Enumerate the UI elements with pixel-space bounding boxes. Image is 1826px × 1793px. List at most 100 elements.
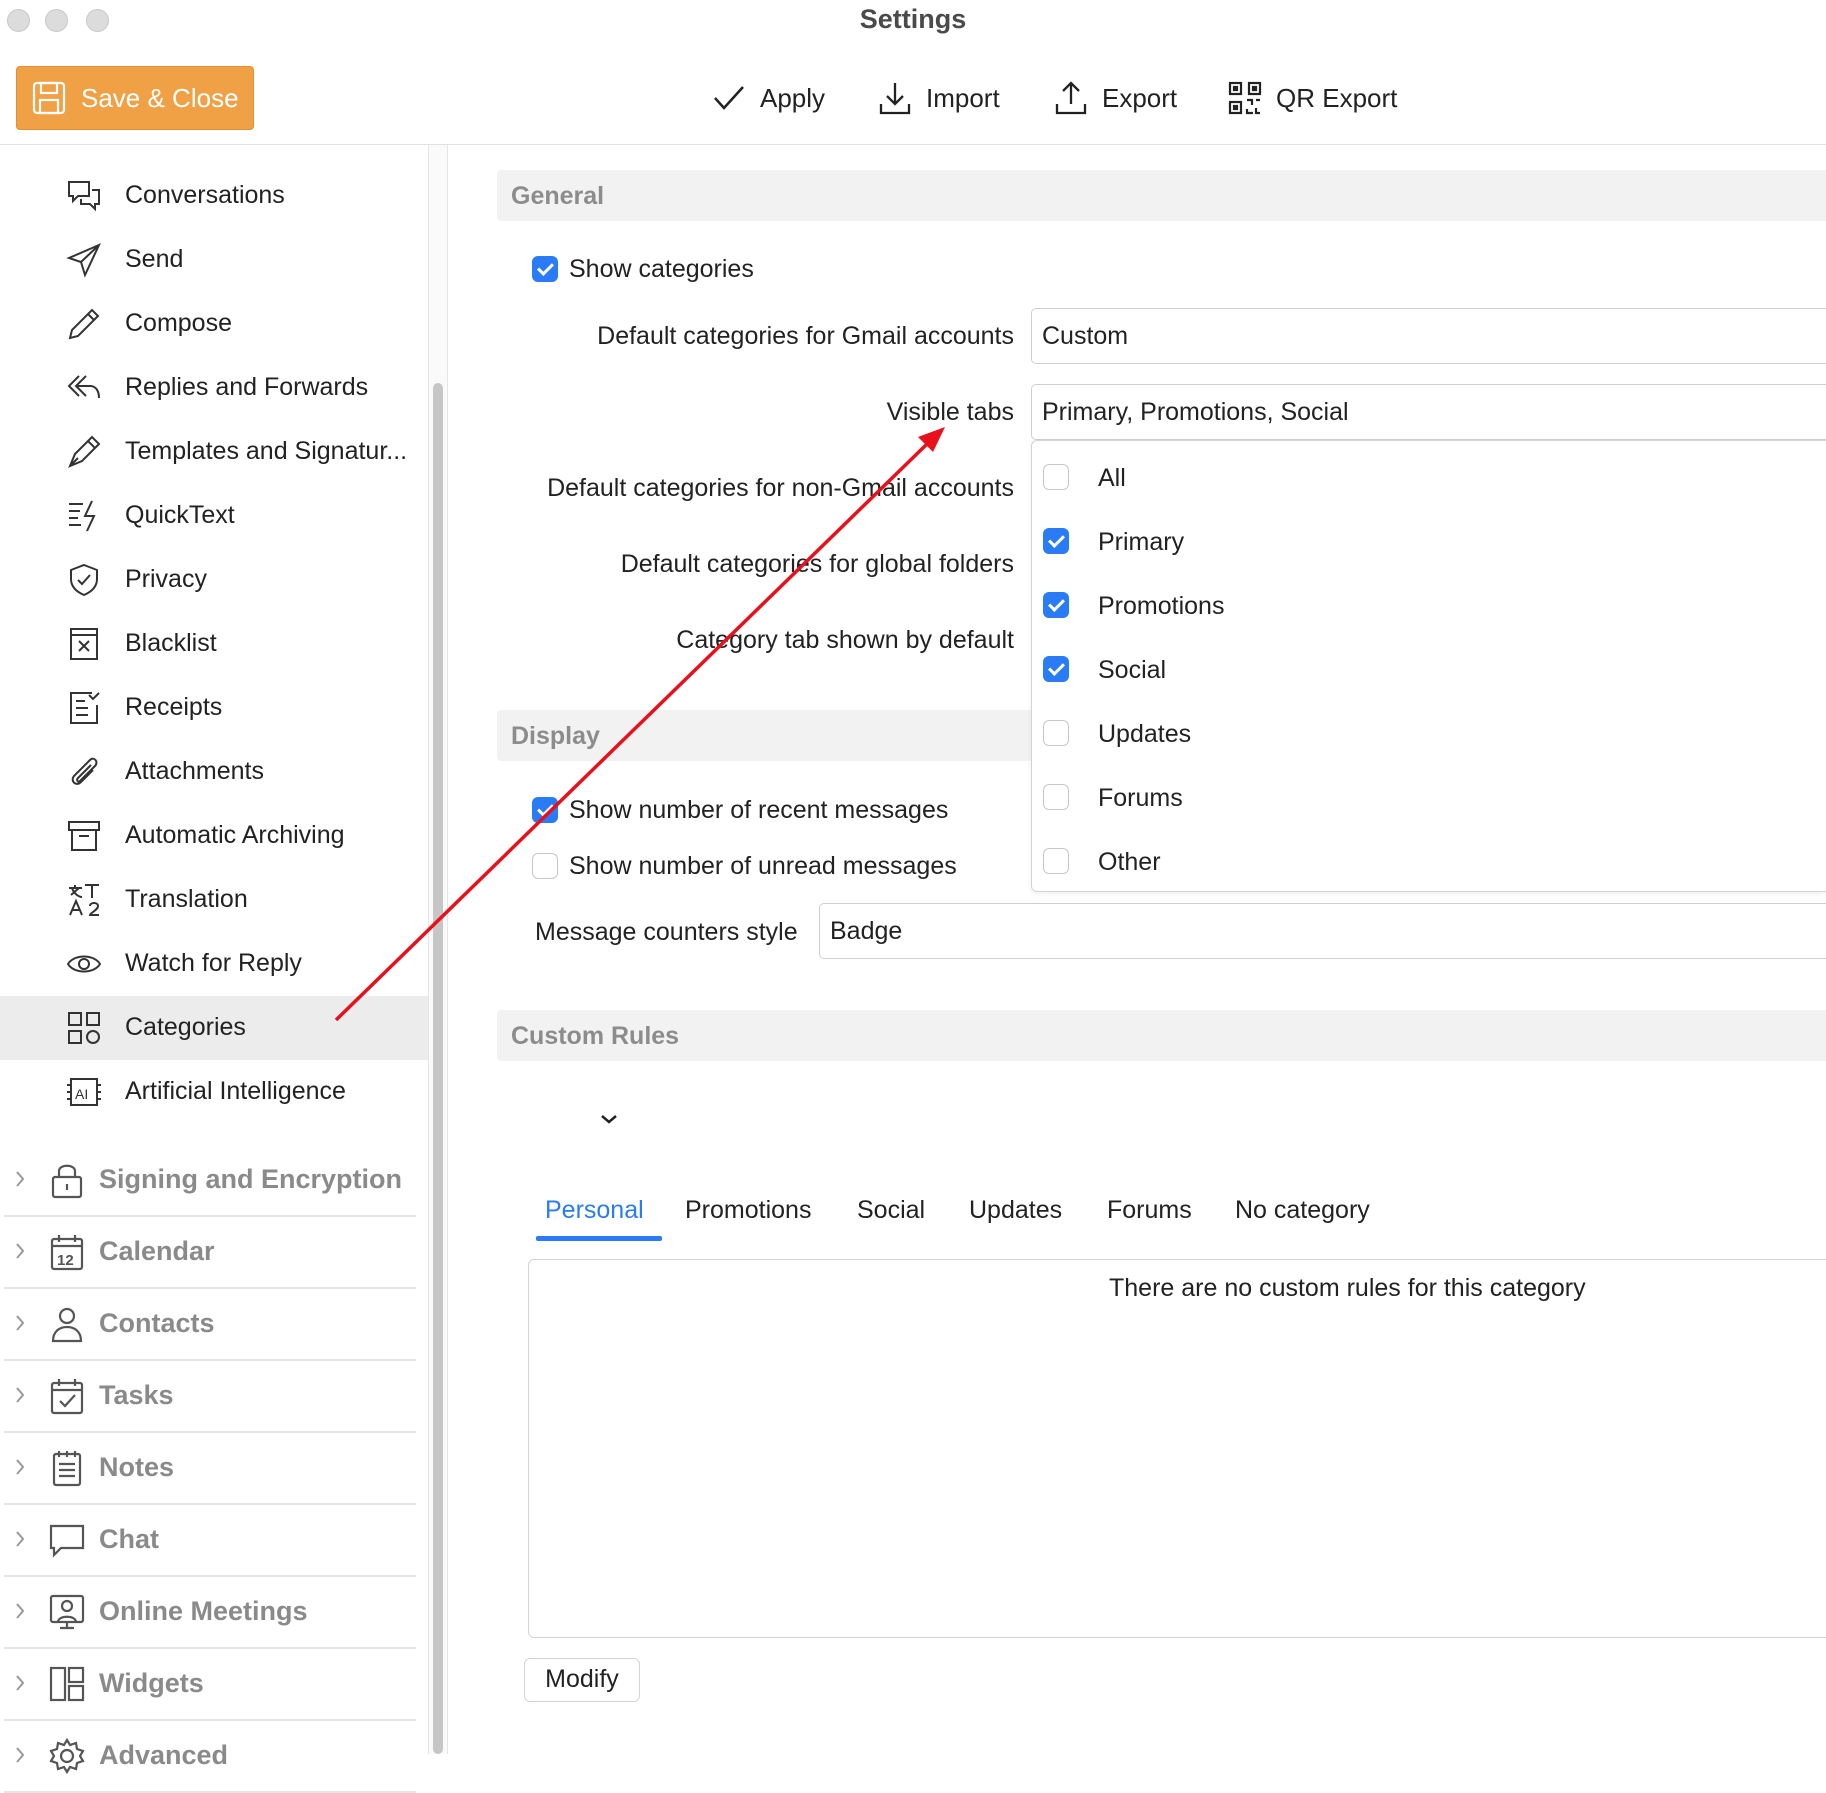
recent-messages-checkbox[interactable] xyxy=(532,797,558,823)
notes-icon xyxy=(48,1449,86,1487)
sidebar-item-label: Replies and Forwards xyxy=(125,373,369,401)
sidebar-group-advanced[interactable]: Advanced xyxy=(0,1721,418,1793)
recent-messages-label: Show number of recent messages xyxy=(569,796,949,824)
active-tab-underline xyxy=(536,1236,662,1241)
export-button[interactable]: Export xyxy=(1054,76,1177,120)
dropdown-option-label: Promotions xyxy=(1098,592,1225,620)
sidebar-group-calendar[interactable]: 12 Calendar xyxy=(0,1217,418,1289)
dropdown-option-checkbox[interactable] xyxy=(1043,848,1069,874)
export-icon xyxy=(1054,80,1102,116)
compose-icon xyxy=(66,306,102,342)
message-counters-select[interactable]: Badge xyxy=(819,903,1826,959)
sidebar-item-label: Conversations xyxy=(125,181,285,209)
sidebar-item-privacy[interactable]: Privacy xyxy=(0,548,428,612)
dropdown-option-label: Updates xyxy=(1098,720,1192,748)
export-label: Export xyxy=(1102,82,1178,113)
tab-no-category[interactable]: No category xyxy=(1235,1196,1370,1225)
dropdown-option-checkbox[interactable] xyxy=(1043,592,1069,618)
dropdown-option-label: Primary xyxy=(1098,528,1185,556)
apply-button[interactable]: Apply xyxy=(712,76,825,120)
sidebar-item-automatic-archiving[interactable]: Automatic Archiving xyxy=(0,804,428,868)
sidebar-item-attachments[interactable]: Attachments xyxy=(0,740,428,804)
dropdown-option-checkbox[interactable] xyxy=(1043,656,1069,682)
sidebar-item-artificial-intelligence[interactable]: AI Artificial Intelligence xyxy=(0,1060,428,1124)
sidebar-group-signing-and-encryption[interactable]: Signing and Encryption xyxy=(0,1145,418,1217)
gmail-categories-select[interactable]: Custom xyxy=(1031,308,1826,364)
dropdown-option-checkbox[interactable] xyxy=(1043,464,1069,490)
sidebar-group-contacts[interactable]: Contacts xyxy=(0,1289,418,1361)
tab-promotions[interactable]: Promotions xyxy=(685,1196,811,1225)
sidebar-item-label: Automatic Archiving xyxy=(125,821,345,849)
dropdown-option-primary[interactable]: Primary xyxy=(1032,509,1826,573)
unread-messages-label: Show number of unread messages xyxy=(569,852,957,880)
sidebar-item-receipts[interactable]: Receipts xyxy=(0,676,428,740)
dropdown-option-label: Forums xyxy=(1098,784,1183,812)
dropdown-option-social[interactable]: Social xyxy=(1032,637,1826,701)
save-close-button[interactable]: Save & Close xyxy=(16,66,254,130)
dropdown-option-updates[interactable]: Updates xyxy=(1032,701,1826,765)
chevron-right-icon[interactable] xyxy=(14,1673,26,1693)
sidebar-group-widgets[interactable]: Widgets xyxy=(0,1649,418,1721)
chat-icon xyxy=(48,1521,86,1559)
sidebar-item-quicktext[interactable]: QuickText xyxy=(0,484,428,548)
sidebar-group-chat[interactable]: Chat xyxy=(0,1505,418,1577)
chevron-right-icon[interactable] xyxy=(14,1385,26,1405)
sidebar-group-notes[interactable]: Notes xyxy=(0,1433,418,1505)
chevron-right-icon[interactable] xyxy=(14,1169,26,1189)
dropdown-option-other[interactable]: Other xyxy=(1032,829,1826,893)
dropdown-option-all[interactable]: All xyxy=(1032,445,1826,509)
chevron-right-icon[interactable] xyxy=(14,1529,26,1549)
svg-text:AI: AI xyxy=(75,1086,88,1102)
tab-personal[interactable]: Personal xyxy=(545,1196,644,1225)
pen-icon xyxy=(66,434,102,470)
custom-rules-list[interactable]: There are no custom rules for this categ… xyxy=(528,1259,1826,1638)
tab-forums[interactable]: Forums xyxy=(1107,1196,1192,1225)
dropdown-option-label: Other xyxy=(1098,848,1161,876)
sidebar-item-categories[interactable]: Categories xyxy=(0,996,428,1060)
show-categories-label: Show categories xyxy=(569,255,754,283)
import-button[interactable]: Import xyxy=(878,76,1000,120)
chevron-right-icon[interactable] xyxy=(14,1601,26,1621)
sidebar-item-templates-and-signatur[interactable]: Templates and Signatur... xyxy=(0,420,428,484)
dropdown-option-checkbox[interactable] xyxy=(1043,784,1069,810)
sidebar-item-label: Receipts xyxy=(125,693,223,721)
sidebar-item-compose[interactable]: Compose xyxy=(0,292,428,356)
dropdown-option-promotions[interactable]: Promotions xyxy=(1032,573,1826,637)
sidebar-item-watch-for-reply[interactable]: Watch for Reply xyxy=(0,932,428,996)
modify-button[interactable]: Modify xyxy=(524,1658,640,1702)
unread-messages-checkbox[interactable] xyxy=(532,853,558,879)
sidebar-group-tasks[interactable]: Tasks xyxy=(0,1361,418,1433)
show-categories-checkbox[interactable] xyxy=(532,256,558,282)
sidebar-group-label: Chat xyxy=(99,1524,159,1554)
sidebar-item-translation[interactable]: Translation xyxy=(0,868,428,932)
sidebar-item-label: QuickText xyxy=(125,501,235,529)
sidebar-item-blacklist[interactable]: Blacklist xyxy=(0,612,428,676)
chevron-right-icon[interactable] xyxy=(14,1457,26,1477)
gear-icon xyxy=(48,1737,86,1775)
sidebar-item-conversations[interactable]: Conversations xyxy=(0,164,428,228)
sidebar-item-send[interactable]: Send xyxy=(0,228,428,292)
custom-rules-section-header: Custom Rules xyxy=(497,1010,1826,1061)
qr-export-button[interactable]: QR Export xyxy=(1228,76,1397,120)
tab-updates[interactable]: Updates xyxy=(969,1196,1062,1225)
dropdown-option-checkbox[interactable] xyxy=(1043,720,1069,746)
settings-sidebar: Conversations Send Compose Replies and Forw… xyxy=(0,145,428,1793)
qr-code-icon xyxy=(1228,81,1276,115)
visible-tabs-select[interactable]: Primary, Promotions, Social xyxy=(1031,384,1826,440)
dropdown-option-forums[interactable]: Forums xyxy=(1032,765,1826,829)
default-tab-label: Category tab shown by default xyxy=(676,626,1014,654)
sidebar-item-replies-and-forwards[interactable]: Replies and Forwards xyxy=(0,356,428,420)
tab-social[interactable]: Social xyxy=(857,1196,925,1225)
chevron-right-icon[interactable] xyxy=(14,1745,26,1765)
dropdown-option-checkbox[interactable] xyxy=(1043,528,1069,554)
sidebar-group-online-meetings[interactable]: Online Meetings xyxy=(0,1577,418,1649)
message-counters-label: Message counters style xyxy=(535,918,798,946)
non-gmail-categories-label: Default categories for non-Gmail account… xyxy=(547,474,1014,502)
sidebar-item-label: Templates and Signatur... xyxy=(125,437,408,465)
chevron-right-icon[interactable] xyxy=(14,1313,26,1333)
sidebar-scrollbar[interactable] xyxy=(433,383,443,1754)
archive-icon xyxy=(66,818,102,854)
chevron-right-icon[interactable] xyxy=(14,1241,26,1261)
chevron-down-icon[interactable] xyxy=(598,1112,620,1126)
display-section-header: Display xyxy=(497,710,1037,761)
